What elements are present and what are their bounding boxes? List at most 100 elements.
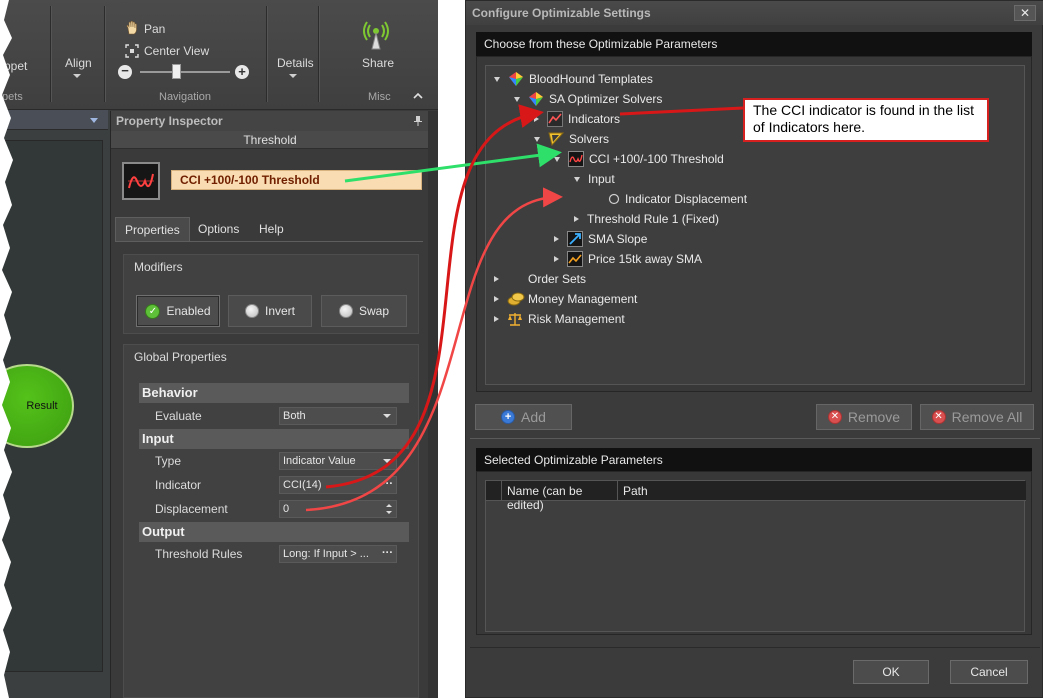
tree-node-risk-management[interactable]: Risk Management (494, 310, 625, 328)
tree-node-sa-optimizer-solvers[interactable]: SA Optimizer Solvers (514, 90, 662, 108)
navigation-group-label: Navigation (159, 91, 211, 103)
category-behavior[interactable]: Behavior (139, 383, 409, 403)
grid-header: Name (can be edited) Path (486, 481, 1026, 512)
property-inspector: Property Inspector Threshold CCI +100/-1… (110, 111, 429, 698)
swap-label: Swap (358, 304, 390, 318)
threshold-rules-field[interactable]: Long: If Input > ... ··· (279, 545, 397, 563)
tree-node-money-management[interactable]: Money Management (494, 290, 637, 308)
tree-node-bloodhound-templates[interactable]: BloodHound Templates (494, 70, 653, 88)
tab-properties[interactable]: Properties (115, 217, 190, 241)
collapsed-arrow-icon[interactable] (574, 216, 579, 222)
threshold-block-icon (122, 162, 160, 200)
tree-node-order-sets[interactable]: Order Sets (494, 270, 586, 288)
remove-all-button[interactable]: ✕ Remove All (920, 404, 1034, 430)
details-dropdown-icon (289, 74, 297, 78)
cancel-button[interactable]: Cancel (950, 660, 1028, 684)
indicator-field[interactable]: CCI(14) ··· (279, 476, 397, 494)
radio-icon (338, 304, 353, 318)
tree-node-label: Risk Management (528, 312, 625, 326)
ribbon: ppet pets Align Pan Center View − + Navi… (0, 0, 438, 110)
ellipsis-icon[interactable]: ··· (382, 478, 393, 490)
tree-node-indicator-displacement[interactable]: Indicator Displacement (594, 190, 747, 208)
center-view-button[interactable]: Center View (144, 44, 209, 58)
radio-icon (244, 304, 259, 318)
ellipsis-icon[interactable]: ··· (382, 547, 393, 559)
tree-node-sma-slope[interactable]: SMA Slope (554, 230, 647, 248)
share-button[interactable]: Share (362, 56, 394, 70)
tree-node-threshold-rule-1-fixed[interactable]: Threshold Rule 1 (Fixed) (574, 210, 719, 228)
close-button[interactable]: ✕ (1014, 5, 1036, 21)
expanded-arrow-icon[interactable] (554, 156, 560, 162)
collapse-ribbon-icon[interactable] (412, 90, 424, 100)
remove-button[interactable]: ✕ Remove (816, 404, 912, 430)
result-node-label: Result (26, 400, 58, 412)
evaluate-dropdown[interactable]: Both (279, 407, 397, 425)
category-input[interactable]: Input (139, 429, 409, 449)
property-inspector-title: Property Inspector (116, 114, 223, 128)
tree-node-solvers[interactable]: Solvers (534, 130, 609, 148)
expanded-arrow-icon[interactable] (534, 136, 540, 142)
collapsed-arrow-icon[interactable] (554, 256, 559, 262)
ok-button[interactable]: OK (853, 660, 929, 684)
collapsed-arrow-icon[interactable] (494, 276, 499, 282)
category-output[interactable]: Output (139, 522, 409, 542)
dialog-footer-divider (470, 647, 1040, 648)
remove-all-x-icon: ✕ (931, 410, 946, 424)
details-button[interactable]: Details (277, 56, 314, 70)
collapsed-arrow-icon[interactable] (534, 116, 539, 122)
zoom-in-button[interactable]: + (235, 65, 249, 79)
tab-help[interactable]: Help (250, 217, 293, 241)
tree-node-cci-100-100-threshold[interactable]: CCI +100/-100 Threshold (554, 150, 724, 168)
tree-node-label: Indicators (568, 112, 621, 126)
expanded-arrow-icon[interactable] (574, 176, 580, 182)
add-button[interactable]: + Add (475, 404, 572, 430)
swap-toggle[interactable]: Swap (321, 295, 407, 327)
collapsed-arrow-icon[interactable] (554, 236, 559, 242)
collapsed-arrow-icon[interactable] (494, 296, 499, 302)
scales-icon (507, 311, 523, 327)
enabled-toggle[interactable]: ✓ Enabled (136, 295, 220, 327)
zoom-slider-track[interactable] (140, 71, 230, 73)
money-icon (507, 291, 525, 307)
solvers-icon (548, 131, 565, 147)
enabled-label: Enabled (166, 304, 211, 318)
displacement-label: Displacement (155, 502, 228, 516)
property-inspector-scrollbar[interactable] (428, 111, 438, 698)
property-inspector-header: Property Inspector (111, 111, 429, 131)
collapsed-arrow-icon[interactable] (494, 316, 499, 322)
tree-node-label: Solvers (569, 132, 610, 146)
indicators-icon (547, 111, 563, 127)
misc-group-label: Misc (368, 91, 391, 103)
displacement-value: 0 (283, 503, 290, 515)
remove-label: Remove (847, 409, 901, 425)
canvas-menu-icon[interactable] (90, 118, 98, 123)
expanded-arrow-icon[interactable] (514, 96, 520, 102)
column-name[interactable]: Name (can be edited) (502, 481, 618, 512)
tree-node-indicators[interactable]: Indicators (534, 110, 620, 128)
tree-node-input[interactable]: Input (574, 170, 615, 188)
invert-toggle[interactable]: Invert (228, 295, 312, 327)
selected-parameters-grid[interactable]: Name (can be edited) Path (485, 480, 1026, 632)
tree-node-label: BloodHound Templates (529, 72, 653, 86)
dialog-divider (470, 438, 1040, 439)
remove-x-icon: ✕ (827, 410, 842, 424)
spinner-arrows-icon[interactable] (385, 502, 393, 516)
tab-options[interactable]: Options (189, 217, 248, 241)
radio-icon (608, 193, 620, 205)
dialog-title: Configure Optimizable Settings (472, 6, 651, 20)
align-button[interactable]: Align (65, 56, 92, 70)
templates-icon (528, 91, 544, 107)
type-dropdown[interactable]: Indicator Value (279, 452, 397, 470)
tree-node-label: Indicator Displacement (625, 192, 748, 206)
center-view-icon (125, 44, 139, 58)
displacement-spinner[interactable]: 0 (279, 500, 397, 518)
zoom-slider-thumb[interactable] (172, 64, 181, 79)
tree-node-price-15tk-away-sma[interactable]: Price 15tk away SMA (554, 250, 702, 268)
slope-icon (567, 231, 583, 247)
column-path[interactable]: Path (618, 481, 1026, 501)
zoom-out-button[interactable]: − (118, 64, 132, 79)
pan-button[interactable]: Pan (144, 22, 165, 36)
pan-hand-icon (124, 20, 140, 36)
pin-icon[interactable] (413, 115, 423, 127)
expanded-arrow-icon[interactable] (494, 76, 500, 82)
